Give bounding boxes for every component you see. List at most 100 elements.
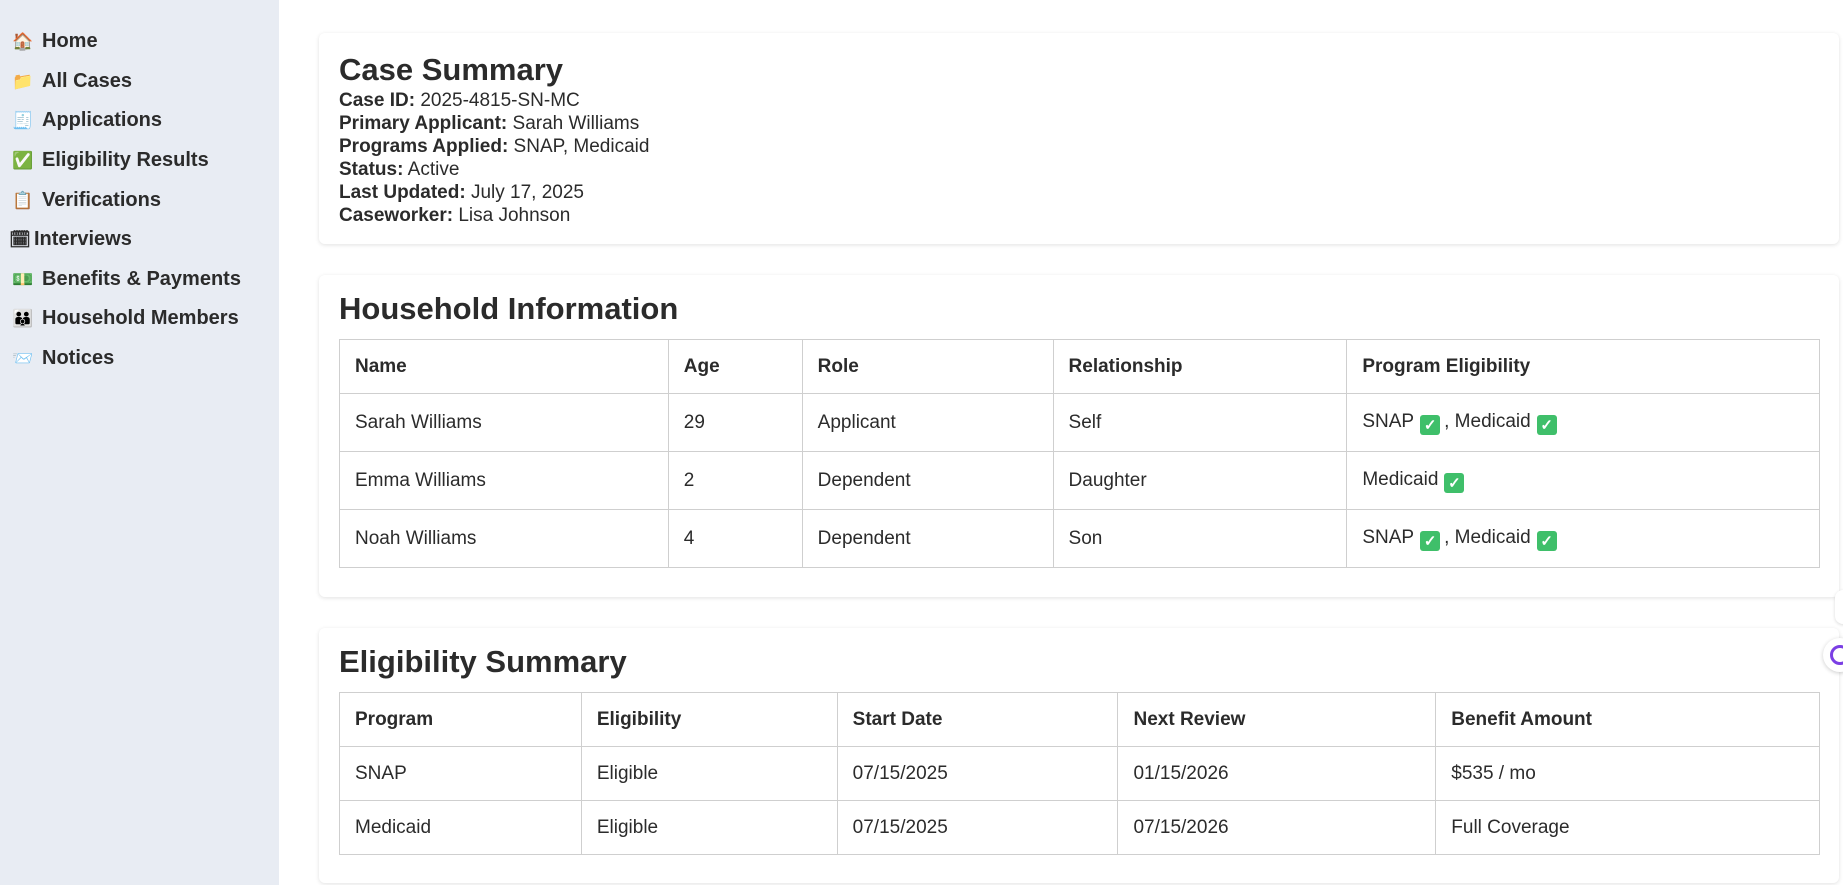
sidebar-item-label: Interviews <box>34 228 132 251</box>
last-updated-value: July 17, 2025 <box>470 182 584 204</box>
sidebar-item-label: Benefits & Payments <box>42 267 241 290</box>
last-updated-row: Last Updated: July 17, 2025 <box>339 181 1819 204</box>
check-icon: ✓ <box>1420 530 1441 551</box>
column-header: Program Eligibility <box>1346 339 1820 394</box>
sidebar-item-label: Home <box>42 30 98 53</box>
sidebar-item-eligibility-results[interactable]: ✅ Eligibility Results <box>0 141 279 181</box>
column-header: Program <box>339 692 582 747</box>
sidebar-item-home[interactable]: 🏠 Home <box>0 22 279 62</box>
column-header: Eligibility <box>580 692 838 747</box>
table-header-row: Name Age Role Relationship Program Eligi… <box>339 339 1820 394</box>
household-table: Name Age Role Relationship Program Eligi… <box>339 339 1820 568</box>
status-value: Active <box>407 159 460 181</box>
table-row: Emma Williams 2 Dependent Daughter Medic… <box>339 451 1820 510</box>
start-date-cell: 07/15/2025 <box>836 800 1119 855</box>
assistant-icon <box>1830 645 1843 665</box>
program-name: SNAP <box>1362 526 1415 548</box>
sidebar-item-label: Verifications <box>42 188 161 211</box>
side-panel-tab[interactable] <box>1835 590 1843 624</box>
eligibility-cell: Eligible <box>580 800 838 855</box>
home-icon: 🏠 <box>12 32 34 52</box>
member-name: Sarah Williams <box>339 393 669 452</box>
column-header: Name <box>339 339 669 394</box>
member-relationship: Son <box>1052 509 1348 568</box>
member-age: 2 <box>667 451 803 510</box>
member-name: Emma Williams <box>339 451 669 510</box>
case-id-label: Case ID: <box>339 90 416 112</box>
sidebar-item-label: All Cases <box>42 69 133 92</box>
benefit-amount-cell: Full Coverage <box>1435 800 1820 855</box>
sidebar-item-notices[interactable]: 📨 Notices <box>0 339 279 379</box>
check-icon: ✓ <box>1536 530 1557 551</box>
family-icon: 👪 <box>12 309 34 329</box>
folder-icon: 📁 <box>12 71 34 91</box>
sidebar-item-label: Applications <box>42 109 163 132</box>
check-icon: ✓ <box>1536 414 1557 435</box>
next-review-cell: 01/15/2026 <box>1117 746 1437 801</box>
member-program-eligibility: Medicaid ✓ <box>1346 451 1820 510</box>
sidebar-item-all-cases[interactable]: 📁 All Cases <box>0 62 279 102</box>
table-row: Sarah Williams 29 Applicant Self SNAP ✓, … <box>339 393 1820 452</box>
case-summary-title: Case Summary <box>339 52 564 87</box>
member-relationship: Daughter <box>1052 451 1348 510</box>
program-name: Medicaid <box>1362 468 1439 490</box>
program-cell: Medicaid <box>339 800 582 855</box>
member-age: 4 <box>667 509 803 568</box>
sidebar-item-label: Household Members <box>42 307 239 330</box>
member-relationship: Self <box>1052 393 1348 452</box>
start-date-cell: 07/15/2025 <box>836 746 1119 801</box>
calendar-icon: 🗓 <box>9 230 31 250</box>
sidebar: 🏠 Home 📁 All Cases 🧾 Applications ✅ Elig… <box>0 0 279 885</box>
eligibility-cell: Eligible <box>580 746 838 801</box>
table-row: Noah Williams 4 Dependent Son SNAP ✓, Med… <box>339 509 1820 568</box>
member-role: Dependent <box>801 451 1054 510</box>
sidebar-item-verifications[interactable]: 📋 Verifications <box>0 180 279 220</box>
column-header: Role <box>801 339 1054 394</box>
program-cell: SNAP <box>339 746 582 801</box>
sidebar-item-household-members[interactable]: 👪 Household Members <box>0 299 279 339</box>
sidebar-item-applications[interactable]: 🧾 Applications <box>0 101 279 141</box>
case-id-row: Case ID: 2025-4815-SN-MC <box>339 89 1819 112</box>
member-name: Noah Williams <box>339 509 669 568</box>
eligibility-title: Eligibility Summary <box>339 644 627 679</box>
program-name: SNAP <box>1362 410 1415 432</box>
table-row: Medicaid Eligible 07/15/2025 07/15/2026 … <box>339 800 1820 855</box>
sidebar-item-benefits-payments[interactable]: 💵 Benefits & Payments <box>0 260 279 300</box>
column-header: Age <box>667 339 803 394</box>
clipboard-icon: 📋 <box>12 190 34 210</box>
program-name: Medicaid <box>1454 410 1531 432</box>
programs-applied-label: Programs Applied: <box>339 136 509 158</box>
household-title: Household Information <box>339 291 679 326</box>
check-icon: ✓ <box>1444 472 1465 493</box>
caseworker-label: Caseworker: <box>339 205 454 227</box>
member-program-eligibility: SNAP ✓, Medicaid ✓ <box>1346 509 1820 568</box>
money-icon: 💵 <box>12 269 34 289</box>
case-summary-card: Case Summary Case ID: 2025-4815-SN-MC Pr… <box>319 33 1839 244</box>
programs-applied-value: SNAP, Medicaid <box>513 136 650 158</box>
case-id-value: 2025-4815-SN-MC <box>420 90 580 112</box>
column-header: Next Review <box>1117 692 1437 747</box>
caseworker-value: Lisa Johnson <box>458 205 571 227</box>
receipt-icon: 🧾 <box>12 111 34 131</box>
check-icon: ✓ <box>1420 414 1441 435</box>
column-header: Start Date <box>836 692 1119 747</box>
column-header: Relationship <box>1052 339 1348 394</box>
eligibility-table: Program Eligibility Start Date Next Revi… <box>339 692 1820 855</box>
member-program-eligibility: SNAP ✓, Medicaid ✓ <box>1346 393 1820 452</box>
primary-applicant-row: Primary Applicant: Sarah Williams <box>339 112 1819 135</box>
status-row: Status: Active <box>339 158 1819 181</box>
programs-applied-row: Programs Applied: SNAP, Medicaid <box>339 135 1819 158</box>
eligibility-card: Eligibility Summary Program Eligibility … <box>319 628 1839 883</box>
table-header-row: Program Eligibility Start Date Next Revi… <box>339 692 1820 747</box>
sidebar-item-label: Notices <box>42 347 115 370</box>
member-age: 29 <box>667 393 803 452</box>
sidebar-item-interviews[interactable]: 🗓 Interviews <box>0 220 279 260</box>
member-role: Dependent <box>801 509 1054 568</box>
primary-applicant-value: Sarah Williams <box>512 113 640 135</box>
status-label: Status: <box>339 159 404 181</box>
sidebar-item-label: Eligibility Results <box>42 149 209 172</box>
household-card: Household Information Name Age Role Rela… <box>319 275 1839 597</box>
benefit-amount-cell: $535 / mo <box>1435 746 1820 801</box>
column-header: Benefit Amount <box>1435 692 1820 747</box>
check-icon: ✅ <box>12 151 34 171</box>
